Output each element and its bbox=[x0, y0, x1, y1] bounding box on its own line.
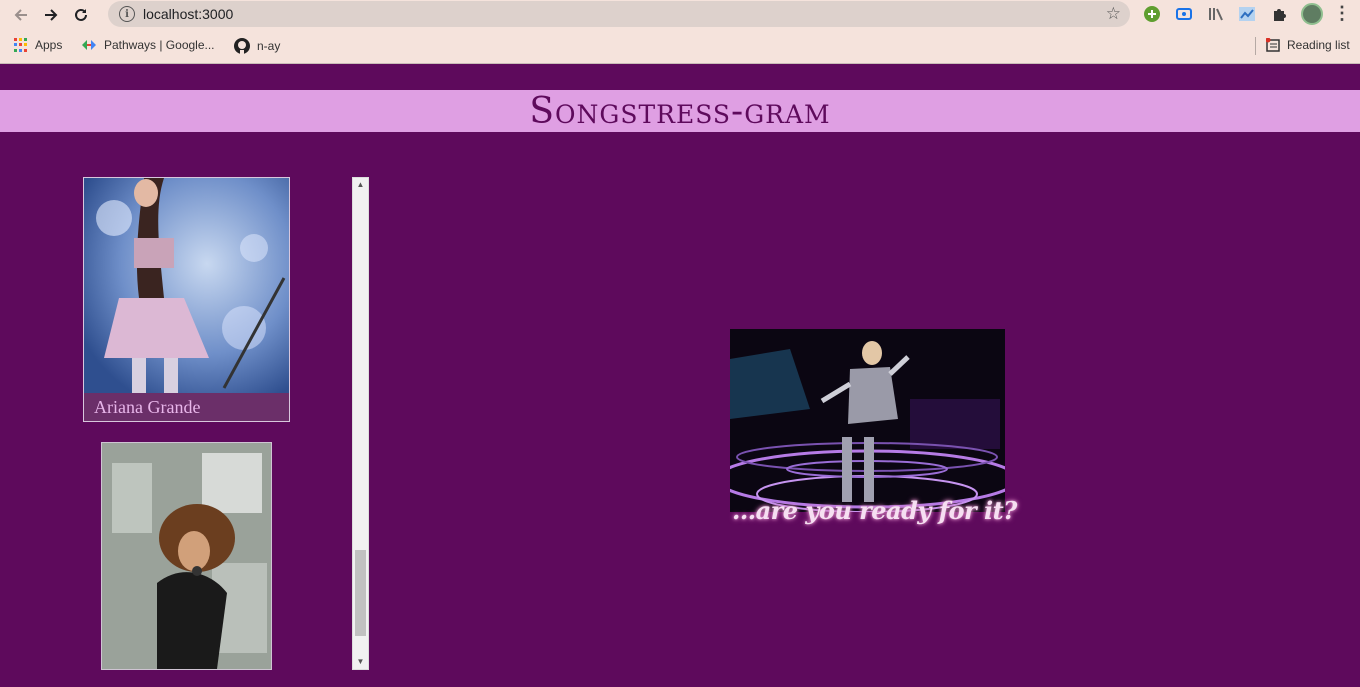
scroll-up-arrow-icon[interactable]: ▲ bbox=[353, 178, 368, 192]
profile-avatar[interactable] bbox=[1301, 3, 1323, 25]
menu-kebab-icon[interactable]: ⋮ bbox=[1333, 4, 1351, 22]
featured-singer-image[interactable] bbox=[730, 329, 1005, 512]
bookmark-label: Pathways | Google... bbox=[104, 38, 215, 52]
extension-books-icon[interactable] bbox=[1207, 5, 1225, 23]
singer-card-2[interactable] bbox=[101, 442, 272, 670]
scroll-down-arrow-icon[interactable]: ▼ bbox=[353, 655, 368, 669]
bookmark-label: Apps bbox=[35, 38, 63, 52]
github-icon bbox=[234, 38, 250, 54]
browser-toolbar: i localhost:3000 ☆ ⋮ bbox=[0, 0, 1360, 29]
singer-name: Ariana Grande bbox=[84, 393, 289, 421]
bookmark-n-ay[interactable]: n-ay bbox=[234, 38, 280, 54]
bookmarks-divider bbox=[1255, 37, 1256, 55]
singer-photo bbox=[102, 443, 271, 669]
reading-list-icon bbox=[1266, 38, 1280, 52]
singer-card-ariana-grande[interactable]: Ariana Grande bbox=[83, 177, 290, 422]
url-text: localhost:3000 bbox=[143, 6, 234, 22]
featured-caption: ...are you ready for it? bbox=[732, 496, 1017, 525]
reading-list-label: Reading list bbox=[1287, 38, 1350, 52]
address-bar[interactable]: i localhost:3000 ☆ bbox=[108, 1, 1130, 27]
bookmark-label: n-ay bbox=[257, 39, 281, 53]
forward-button[interactable] bbox=[36, 0, 66, 29]
arrow-left-icon bbox=[14, 8, 27, 21]
featured-photo bbox=[730, 329, 1005, 512]
scrollbar-thumb[interactable] bbox=[355, 550, 366, 636]
back-button[interactable] bbox=[6, 0, 36, 29]
apps-grid-icon bbox=[14, 38, 28, 52]
arrow-right-icon bbox=[45, 8, 58, 21]
bookmark-star-icon[interactable]: ☆ bbox=[1106, 4, 1121, 24]
singer-gallery[interactable]: Ariana Grande bbox=[76, 177, 369, 670]
gallery-scrollbar[interactable]: ▲ ▼ bbox=[352, 177, 369, 670]
extension-screen-icon[interactable] bbox=[1175, 5, 1193, 23]
page-title: Songstress-gram bbox=[529, 90, 831, 132]
reload-icon bbox=[75, 8, 87, 21]
reload-button[interactable] bbox=[66, 0, 96, 29]
extension-add-icon[interactable] bbox=[1143, 5, 1161, 23]
extension-graph-icon[interactable] bbox=[1238, 5, 1256, 23]
pathways-icon bbox=[82, 40, 96, 50]
site-header: Songstress-gram bbox=[0, 90, 1360, 132]
bookmark-pathways[interactable]: Pathways | Google... bbox=[81, 38, 215, 52]
info-icon[interactable]: i bbox=[119, 6, 135, 22]
singer-photo bbox=[84, 178, 289, 393]
bookmark-apps[interactable]: Apps bbox=[14, 38, 62, 52]
bookmarks-bar: Apps Pathways | Google... n-ay Reading l… bbox=[0, 29, 1360, 64]
extensions-puzzle-icon[interactable] bbox=[1271, 5, 1289, 23]
reading-list-button[interactable]: Reading list bbox=[1266, 38, 1350, 52]
